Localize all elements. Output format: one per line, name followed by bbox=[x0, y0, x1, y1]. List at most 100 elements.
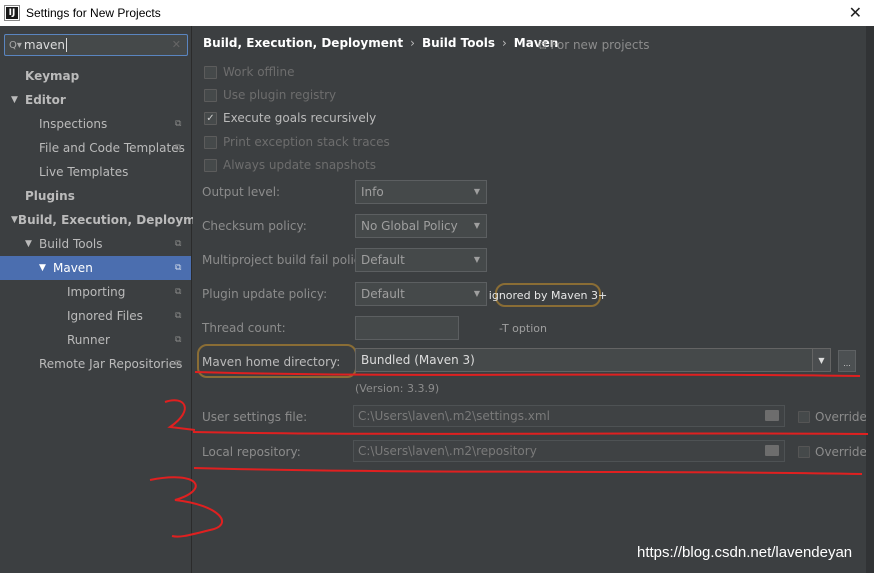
checkbox-box[interactable] bbox=[798, 446, 810, 458]
sidebar-item-plugins[interactable]: Plugins bbox=[0, 184, 191, 208]
use-plugin-registry-checkbox[interactable]: Use plugin registry bbox=[204, 86, 336, 104]
checkbox-box[interactable] bbox=[204, 135, 217, 149]
breadcrumb-separator: › bbox=[501, 36, 507, 50]
select-value: Info bbox=[361, 185, 384, 199]
settings-sidebar: Q▾ maven ✕ Keymap ▼ Editor Inspections ⧉… bbox=[0, 26, 218, 573]
expand-arrow-icon[interactable]: ▼ bbox=[11, 95, 25, 105]
sidebar-item-live-templates[interactable]: Live Templates bbox=[0, 160, 191, 184]
chevron-down-icon: ▼ bbox=[473, 187, 480, 196]
sidebar-item-keymap[interactable]: Keymap bbox=[0, 64, 191, 88]
checkmark-icon[interactable]: ✓ bbox=[204, 111, 217, 125]
select-value: No Global Policy bbox=[361, 219, 458, 233]
maven-settings-panel: Build, Execution, Deployment › Build Tools… bbox=[193, 26, 867, 573]
select-value: Bundled (Maven 3) bbox=[361, 353, 475, 367]
window-title: Settings for New Projects bbox=[26, 6, 161, 20]
thread-count-label: Thread count: bbox=[202, 321, 286, 335]
maven-home-label: Maven home directory: bbox=[202, 355, 341, 369]
checkbox-label: Use plugin registry bbox=[223, 88, 337, 102]
watermark: https://blog.csdn.net/lavendeyan bbox=[637, 544, 853, 561]
sidebar-item-label: Remote Jar Repositories bbox=[39, 357, 183, 371]
sidebar-item-inspections[interactable]: Inspections ⧉ bbox=[0, 112, 191, 136]
checkbox-box[interactable] bbox=[204, 88, 217, 102]
search-value: maven bbox=[23, 38, 68, 52]
breadcrumb-separator: › bbox=[410, 36, 415, 50]
sidebar-item-label: File and Code Templates bbox=[39, 141, 185, 155]
plugin-update-policy-select[interactable]: Default ▼ bbox=[355, 282, 487, 306]
maven-home-select[interactable]: Bundled (Maven 3) ▼ bbox=[355, 348, 831, 372]
sidebar-item-label: Maven bbox=[53, 261, 93, 275]
expand-arrow-icon[interactable]: ▼ bbox=[39, 263, 53, 273]
breadcrumb-item: Build Tools bbox=[421, 36, 495, 50]
project-scope-icon: ⧉ bbox=[175, 287, 182, 297]
checkbox-label: Print exception stack traces bbox=[223, 135, 390, 149]
project-scope-icon: ⧉ bbox=[175, 359, 182, 369]
output-level-select[interactable]: Info ▼ bbox=[355, 180, 487, 204]
clear-icon[interactable]: ✕ bbox=[172, 38, 181, 51]
sidebar-item-label: Build, Execution, Deployment bbox=[17, 213, 219, 227]
work-offline-checkbox[interactable]: Work offline bbox=[204, 63, 294, 81]
user-settings-label: User settings file: bbox=[202, 410, 308, 424]
thread-count-input[interactable] bbox=[355, 316, 459, 340]
sidebar-item-ignored-files[interactable]: Ignored Files ⧉ bbox=[0, 304, 191, 328]
plugin-update-policy-label: Plugin update policy: bbox=[202, 287, 328, 301]
checkbox-box[interactable] bbox=[204, 65, 217, 79]
sidebar-item-editor[interactable]: ▼ Editor bbox=[0, 88, 191, 112]
checkbox-box[interactable] bbox=[204, 158, 217, 172]
expand-arrow-icon[interactable]: ▼ bbox=[11, 215, 18, 225]
checksum-policy-label: Checksum policy: bbox=[202, 219, 307, 233]
project-scope-icon: ⧉ bbox=[175, 311, 182, 321]
sidebar-item-runner[interactable]: Runner ⧉ bbox=[0, 328, 191, 352]
sidebar-item-label: Ignored Files bbox=[67, 309, 143, 323]
select-value: Default bbox=[361, 287, 405, 301]
sidebar-item-build-tools[interactable]: ▼ Build Tools ⧉ bbox=[0, 232, 191, 256]
sidebar-item-remote-jar-repositories[interactable]: Remote Jar Repositories ⧉ bbox=[0, 352, 191, 376]
input-value: C:\Users\laven\.m2\settings.xml bbox=[358, 409, 550, 423]
print-exception-stack-traces-checkbox[interactable]: Print exception stack traces bbox=[204, 133, 390, 151]
sidebar-item-label: Live Templates bbox=[39, 165, 129, 179]
sidebar-item-label: Importing bbox=[67, 285, 126, 299]
folder-icon[interactable] bbox=[765, 410, 779, 421]
execute-goals-recursively-checkbox[interactable]: ✓ Execute goals recursively bbox=[204, 109, 376, 127]
input-value: C:\Users\laven\.m2\repository bbox=[358, 444, 537, 458]
title-bar: IJ Settings for New Projects ✕ bbox=[0, 0, 874, 26]
sidebar-item-file-and-code-templates[interactable]: File and Code Templates ⧉ bbox=[0, 136, 191, 160]
chevron-down-icon: ▼ bbox=[473, 221, 480, 230]
always-update-snapshots-checkbox[interactable]: Always update snapshots bbox=[204, 156, 376, 174]
thread-count-hint: -T option bbox=[499, 322, 547, 335]
sidebar-item-maven[interactable]: ▼ Maven ⧉ bbox=[0, 256, 191, 280]
ignored-by-maven-note: ignored by Maven 3+ bbox=[489, 283, 607, 307]
checkbox-label: Always update snapshots bbox=[223, 158, 376, 172]
sidebar-item-label: Plugins bbox=[25, 189, 75, 203]
local-repository-override-checkbox[interactable]: Override bbox=[798, 445, 867, 459]
scope-label: ⧉ For new projects bbox=[538, 38, 650, 52]
breadcrumb-item: Build, Execution, Deployment bbox=[203, 36, 404, 50]
checkbox-box[interactable] bbox=[798, 411, 810, 423]
chevron-down-icon[interactable]: ▼ bbox=[812, 349, 830, 371]
output-level-label: Output level: bbox=[202, 185, 281, 199]
sidebar-item-label: Editor bbox=[25, 93, 66, 107]
chevron-down-icon: ▼ bbox=[473, 255, 480, 264]
user-settings-override-checkbox[interactable]: Override bbox=[798, 410, 867, 424]
search-input[interactable]: Q▾ maven ✕ bbox=[4, 34, 188, 56]
local-repository-label: Local repository: bbox=[202, 445, 301, 459]
sidebar-item-label: Keymap bbox=[25, 69, 80, 83]
maven-version-label: (Version: 3.3.9) bbox=[355, 382, 440, 395]
expand-arrow-icon[interactable]: ▼ bbox=[25, 239, 39, 249]
sidebar-item-label: Inspections bbox=[39, 117, 108, 131]
local-repository-input[interactable]: C:\Users\laven\.m2\repository bbox=[353, 440, 785, 462]
sidebar-item-label: Runner bbox=[67, 333, 110, 347]
user-settings-input[interactable]: C:\Users\laven\.m2\settings.xml bbox=[353, 405, 785, 427]
checksum-policy-select[interactable]: No Global Policy ▼ bbox=[355, 214, 487, 238]
checkbox-label: Execute goals recursively bbox=[223, 111, 377, 125]
sidebar-item-importing[interactable]: Importing ⧉ bbox=[0, 280, 191, 304]
folder-icon[interactable] bbox=[765, 445, 779, 456]
project-scope-icon: ⧉ bbox=[175, 119, 182, 129]
multiproject-fail-policy-label: Multiproject build fail policy: bbox=[202, 253, 371, 267]
multiproject-fail-policy-select[interactable]: Default ▼ bbox=[355, 248, 487, 272]
vertical-scrollbar[interactable] bbox=[866, 26, 874, 573]
checkbox-label: Work offline bbox=[223, 65, 295, 79]
close-button[interactable]: ✕ bbox=[849, 3, 862, 22]
search-icon: Q▾ bbox=[9, 39, 22, 51]
browse-button[interactable]: ... bbox=[838, 350, 856, 372]
sidebar-item-build-execution-deployment[interactable]: ▼ Build, Execution, Deployment bbox=[0, 208, 218, 232]
